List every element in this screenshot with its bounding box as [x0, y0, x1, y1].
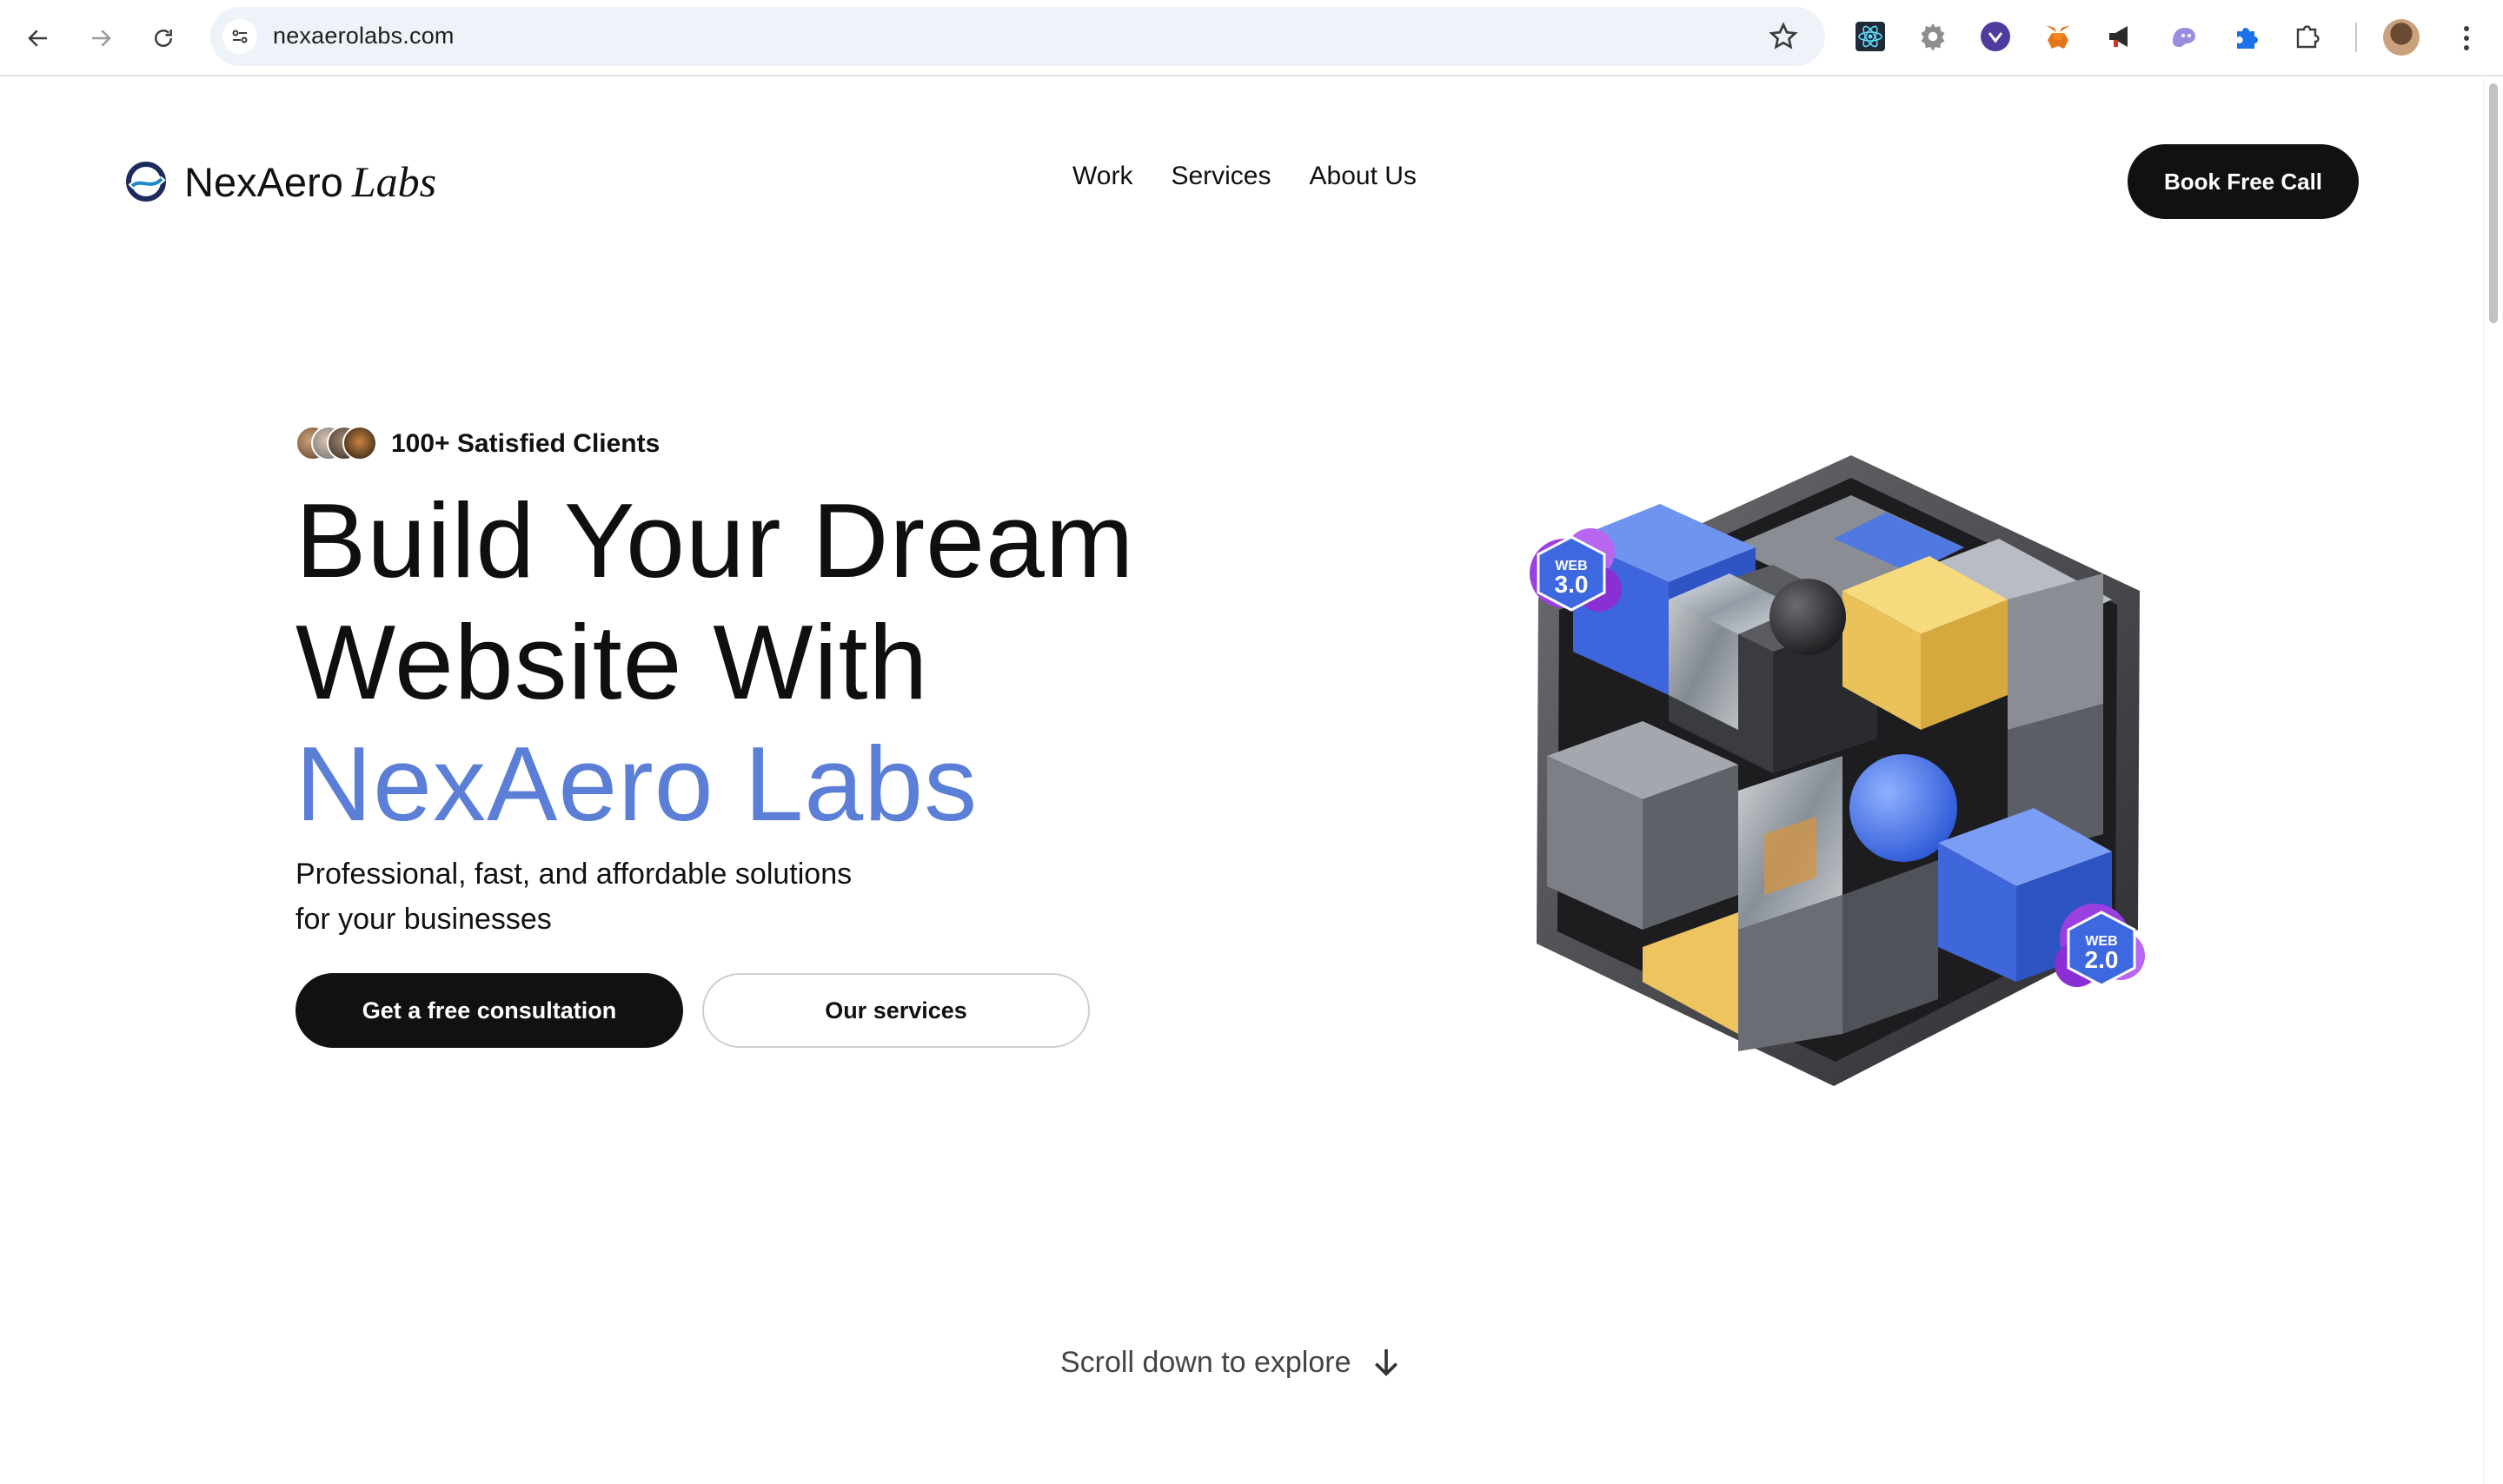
- headline-line-2: Website With: [295, 603, 929, 721]
- settings-gear-icon[interactable]: [1915, 19, 1950, 54]
- arrow-right-icon: [92, 30, 111, 47]
- vertical-dots-icon: [2464, 26, 2469, 50]
- logo-text: NexAero Labs: [184, 156, 436, 207]
- reload-icon: [155, 30, 172, 47]
- vimeo-icon[interactable]: [1978, 19, 2013, 54]
- scroll-hint[interactable]: Scroll down to explore: [1060, 1345, 1404, 1380]
- scrollbar-thumb[interactable]: [2489, 83, 2498, 323]
- hero-subtitle: Professional, fast, and affordable solut…: [295, 851, 956, 942]
- main-nav: Work Services About Us: [1072, 162, 1417, 191]
- megaphone-icon[interactable]: [2103, 19, 2138, 54]
- avatar: [342, 426, 377, 460]
- web2-badge-version: 2.0: [2085, 946, 2119, 973]
- profile-avatar[interactable]: [2383, 19, 2420, 56]
- cube-illustration: WEB 3.0 WEB 2.0: [1530, 455, 2145, 1086]
- web3-badge: WEB 3.0: [1530, 528, 1622, 612]
- puzzle-icon[interactable]: [2228, 19, 2263, 54]
- scroll-hint-label: Scroll down to explore: [1060, 1345, 1351, 1379]
- clients-count-label: 100+ Satisfied Clients: [391, 429, 661, 458]
- arrow-left-icon: [28, 30, 47, 47]
- web3-badge-version: 3.0: [1555, 571, 1589, 598]
- site-logo[interactable]: NexAero Labs: [125, 156, 436, 207]
- satisfied-clients: 100+ Satisfied Clients: [295, 426, 660, 462]
- reload-button[interactable]: [143, 17, 184, 59]
- logo-suffix: Labs: [351, 157, 437, 206]
- back-button[interactable]: [17, 17, 59, 59]
- site-info-icon[interactable]: [222, 19, 257, 54]
- free-consultation-button[interactable]: Get a free consultation: [295, 973, 683, 1048]
- bookmark-star-icon[interactable]: [1768, 21, 1799, 52]
- nav-item-about-us[interactable]: About Us: [1310, 162, 1417, 191]
- headline-accent: NexAero Labs: [295, 725, 979, 843]
- our-services-button[interactable]: Our services: [702, 973, 1090, 1048]
- ghost-icon[interactable]: [2166, 19, 2201, 54]
- extensions-puzzle-icon[interactable]: [2291, 19, 2326, 54]
- nav-item-services[interactable]: Services: [1171, 162, 1271, 191]
- toolbar-divider: [2355, 23, 2357, 52]
- headline-line-1: Build Your Dream: [295, 481, 1135, 600]
- book-free-call-button[interactable]: Book Free Call: [2128, 144, 2359, 219]
- url-text[interactable]: nexaerolabs.com: [273, 23, 455, 50]
- browser-menu-button[interactable]: [2451, 21, 2482, 56]
- metamask-fox-icon[interactable]: [2041, 19, 2075, 54]
- subtitle-line-2: for your businesses: [295, 903, 552, 936]
- browser-toolbar: nexaerolabs.com: [0, 0, 2503, 76]
- logo-mark-icon: [126, 162, 166, 202]
- nav-item-work[interactable]: Work: [1072, 162, 1132, 191]
- address-bar[interactable]: nexaerolabs.com: [210, 7, 1825, 66]
- forward-button[interactable]: [80, 17, 122, 59]
- react-devtools-icon[interactable]: [1853, 19, 1888, 54]
- subtitle-line-1: Professional, fast, and affordable solut…: [295, 858, 853, 891]
- arrow-down-icon: [1374, 1349, 1398, 1376]
- logo-name: NexAero: [184, 159, 343, 205]
- hero-headline: Build Your Dream Website With NexAero La…: [295, 480, 1134, 845]
- client-avatars: [295, 426, 379, 462]
